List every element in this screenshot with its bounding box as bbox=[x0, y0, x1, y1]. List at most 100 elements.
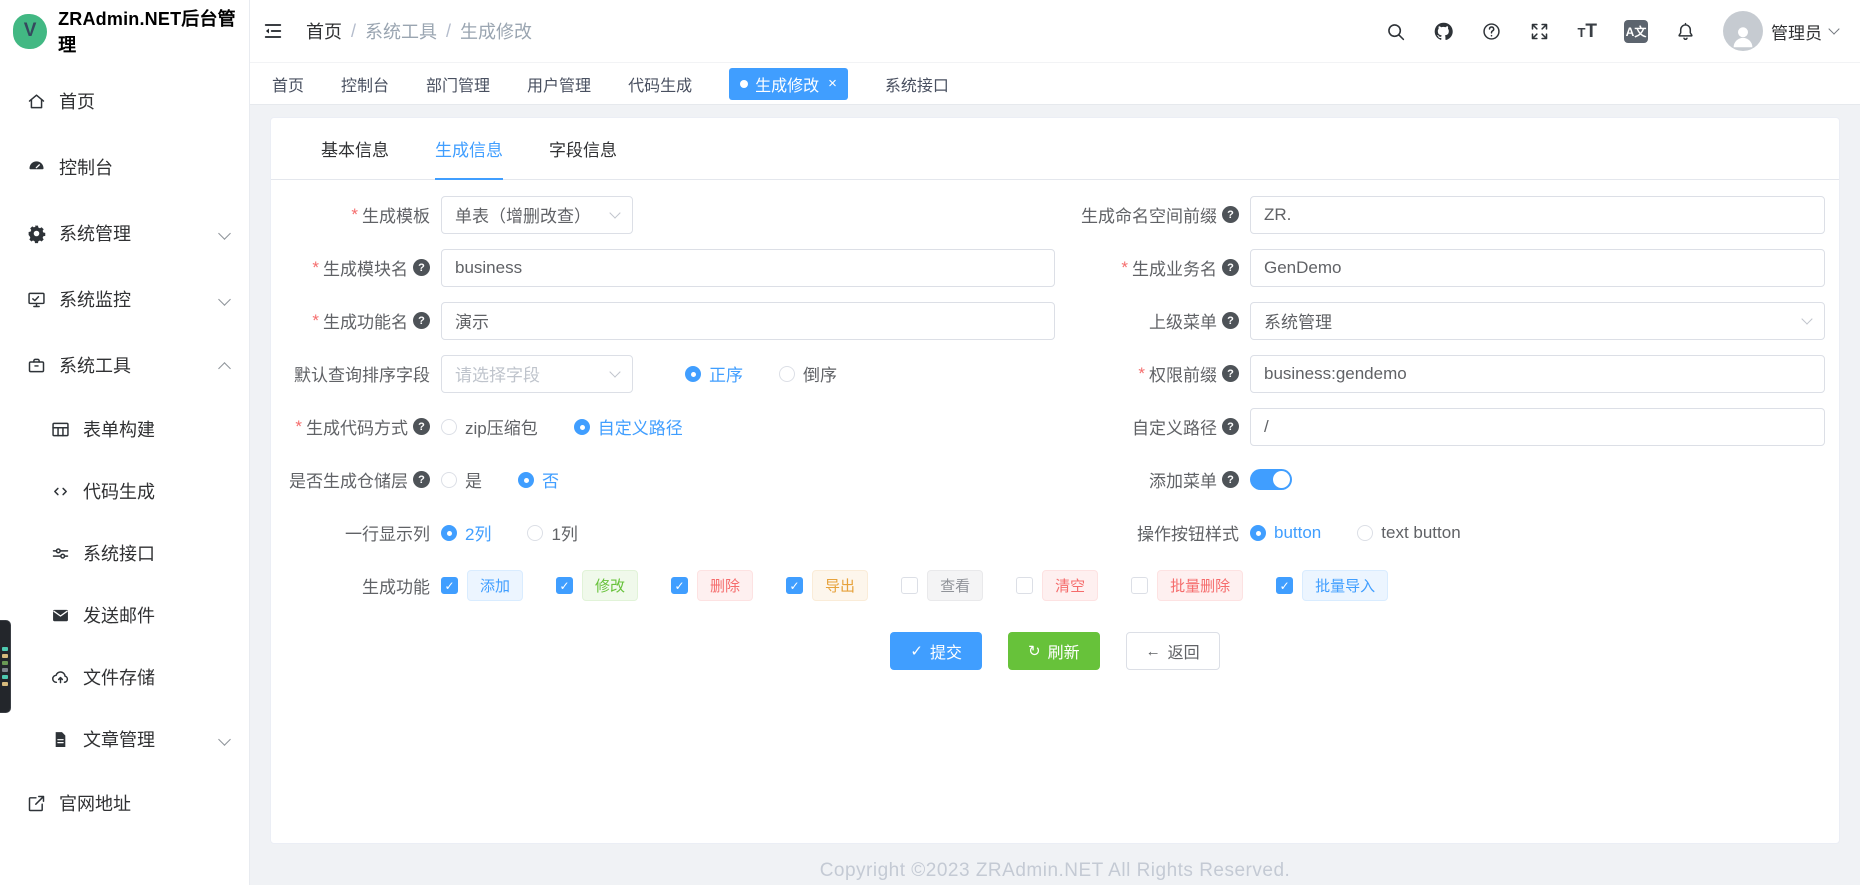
active-dot-icon bbox=[740, 79, 749, 88]
radio-gen-repository-layer-0[interactable]: 是 bbox=[441, 467, 482, 492]
radio-label: 否 bbox=[542, 472, 559, 491]
checkbox-gen-functions-1[interactable]: ✓ 修改 bbox=[556, 570, 639, 601]
back-button[interactable]: ← 返回 bbox=[1125, 632, 1220, 670]
sidebar-item-system-tools[interactable]: 系统工具 bbox=[0, 332, 249, 398]
breadcrumb-home[interactable]: 首页 bbox=[306, 18, 342, 44]
fullscreen-icon[interactable] bbox=[1529, 21, 1550, 42]
search-icon[interactable] bbox=[1385, 21, 1406, 42]
input-permission-prefix[interactable]: business:gendemo bbox=[1250, 354, 1825, 393]
checkbox-gen-functions-7[interactable]: ✓ 批量导入 bbox=[1276, 570, 1389, 601]
input-namespace-prefix[interactable]: ZR. bbox=[1250, 195, 1825, 234]
radio-columns-per-row-0[interactable]: 2列 bbox=[441, 520, 491, 545]
tab-gen-edit[interactable]: 生成修改 × bbox=[729, 67, 848, 100]
avatar[interactable] bbox=[1723, 11, 1763, 51]
radio-dot-icon bbox=[1250, 524, 1266, 541]
radio-label: 自定义路径 bbox=[597, 419, 683, 438]
copyright-footer: Copyright ©2023 ZRAdmin.NET All Rights R… bbox=[819, 860, 1291, 881]
sidebar-item-system-management[interactable]: 系统管理 bbox=[0, 200, 249, 266]
radio-dot-icon bbox=[441, 471, 457, 488]
refresh-button[interactable]: ↻ 刷新 bbox=[1007, 632, 1100, 670]
checkbox-gen-functions-6[interactable]: 批量删除 bbox=[1131, 570, 1244, 601]
checkbox-gen-functions-5[interactable]: 清空 bbox=[1016, 570, 1099, 601]
radio-default-sort-field-0[interactable]: 正序 bbox=[685, 361, 743, 386]
tab-home[interactable]: 首页 bbox=[272, 72, 304, 96]
tab-code-generation[interactable]: 代码生成 bbox=[628, 72, 692, 96]
user-menu[interactable]: 管理员 bbox=[1723, 11, 1840, 51]
help-icon[interactable]: ? bbox=[1222, 206, 1239, 223]
sidebar-item-article-management[interactable]: 文章管理 bbox=[0, 708, 249, 770]
logo-icon: V bbox=[13, 13, 48, 49]
form-row-gen-functions: 生成功能 ✓ 添加 ✓ 修改 ✓ 删除 ✓ 导出 查看 清空 批量删除 ✓ 批量导入 bbox=[271, 559, 1839, 612]
help-icon[interactable]: ? bbox=[413, 471, 430, 488]
field-label: * 生成模块名? bbox=[271, 255, 441, 280]
tab-system-api[interactable]: 系统接口 bbox=[885, 72, 949, 96]
field-control: 是否 bbox=[441, 467, 1055, 492]
sidebar-item-form-builder[interactable]: 表单构建 bbox=[0, 398, 249, 460]
help-icon[interactable]: ? bbox=[1222, 259, 1239, 276]
submit-button[interactable]: ✓ 提交 bbox=[890, 632, 982, 670]
checkbox-icon bbox=[1016, 577, 1034, 594]
sidebar-item-code-generation[interactable]: 代码生成 bbox=[0, 460, 249, 522]
required-star: * bbox=[351, 204, 358, 224]
help-icon[interactable]: ? bbox=[1222, 471, 1239, 488]
sidebar-item-system-api[interactable]: 系统接口 bbox=[0, 522, 249, 584]
help-icon[interactable]: ? bbox=[1222, 418, 1239, 435]
help-icon[interactable]: ? bbox=[1222, 365, 1239, 382]
bell-icon[interactable] bbox=[1675, 21, 1696, 42]
checkbox-gen-functions-0[interactable]: ✓ 添加 bbox=[441, 570, 524, 601]
tab-user-management[interactable]: 用户管理 bbox=[527, 72, 591, 96]
radio-button-style-1[interactable]: text button bbox=[1357, 523, 1461, 543]
sidebar-item-console[interactable]: 控制台 bbox=[0, 134, 249, 200]
radio-gen-code-method-0[interactable]: zip压缩包 bbox=[441, 414, 538, 439]
select-gen-template[interactable]: 单表（增删改查） bbox=[441, 195, 633, 234]
checkbox-icon: ✓ bbox=[1276, 577, 1294, 594]
sidebar-item-send-mail[interactable]: 发送邮件 bbox=[0, 584, 249, 646]
field-label-text: 操作按钮样式 bbox=[1137, 525, 1239, 544]
select-value: 请选择字段 bbox=[455, 366, 540, 385]
language-icon[interactable]: A文 bbox=[1624, 19, 1648, 43]
tab-console[interactable]: 控制台 bbox=[341, 72, 389, 96]
close-icon[interactable]: × bbox=[828, 75, 837, 92]
sidebar-item-official-site[interactable]: 官网地址 bbox=[0, 770, 249, 836]
input-gen-business-name[interactable]: GenDemo bbox=[1250, 248, 1825, 287]
radio-gen-repository-layer-1[interactable]: 否 bbox=[518, 467, 559, 492]
help-icon[interactable]: ? bbox=[1222, 312, 1239, 329]
radio-columns-per-row-1[interactable]: 1列 bbox=[527, 520, 578, 545]
sidebar-collapse-icon[interactable] bbox=[256, 14, 290, 48]
field-label: 默认查询排序字段 bbox=[271, 361, 441, 386]
field-label-text: 生成功能 bbox=[362, 578, 430, 597]
sidebar-item-file-storage[interactable]: 文件存储 bbox=[0, 646, 249, 708]
input-custom-path[interactable]: / bbox=[1250, 407, 1825, 446]
help-icon[interactable]: ? bbox=[413, 312, 430, 329]
input-value: GenDemo bbox=[1264, 257, 1342, 277]
radio-default-sort-field-1[interactable]: 倒序 bbox=[779, 361, 837, 386]
input-gen-function-name[interactable]: 演示 bbox=[441, 301, 1055, 340]
article-icon bbox=[48, 727, 72, 751]
help-icon[interactable]: ? bbox=[413, 259, 430, 276]
font-size-icon[interactable]: TT bbox=[1577, 22, 1597, 41]
help-icon[interactable]: ? bbox=[413, 418, 430, 435]
checkbox-gen-functions-4[interactable]: 查看 bbox=[901, 570, 984, 601]
tab-dept-management[interactable]: 部门管理 bbox=[426, 72, 490, 96]
tab-field-info[interactable]: 字段信息 bbox=[549, 118, 617, 179]
select-parent-menu[interactable]: 系统管理 bbox=[1250, 301, 1825, 340]
tab-label: 系统接口 bbox=[884, 77, 949, 95]
help-icon[interactable] bbox=[1481, 21, 1502, 42]
github-icon[interactable] bbox=[1433, 21, 1454, 42]
switch-add-menu[interactable] bbox=[1250, 469, 1292, 490]
field-control: button text button bbox=[1250, 523, 1825, 543]
checkbox-gen-functions-3[interactable]: ✓ 导出 bbox=[786, 570, 869, 601]
field-label: 添加菜单? bbox=[1055, 467, 1250, 492]
sidebar-item-home[interactable]: 首页 bbox=[0, 68, 249, 134]
input-gen-module-name[interactable]: business bbox=[441, 248, 1055, 287]
radio-button-style-0[interactable]: button bbox=[1250, 523, 1321, 543]
docked-widget[interactable] bbox=[0, 620, 11, 713]
select-default-sort-field[interactable]: 请选择字段 bbox=[441, 354, 633, 393]
radio-gen-code-method-1[interactable]: 自定义路径 bbox=[573, 414, 683, 439]
tab-gen-info[interactable]: 生成信息 bbox=[435, 118, 503, 180]
sidebar-item-system-monitor[interactable]: 系统监控 bbox=[0, 266, 249, 332]
checkbox-gen-functions-2[interactable]: ✓ 删除 bbox=[671, 570, 754, 601]
app-logo[interactable]: V ZRAdmin.NET后台管理 bbox=[0, 0, 249, 62]
tab-basic-info[interactable]: 基本信息 bbox=[321, 118, 389, 179]
gear-icon bbox=[24, 221, 48, 245]
